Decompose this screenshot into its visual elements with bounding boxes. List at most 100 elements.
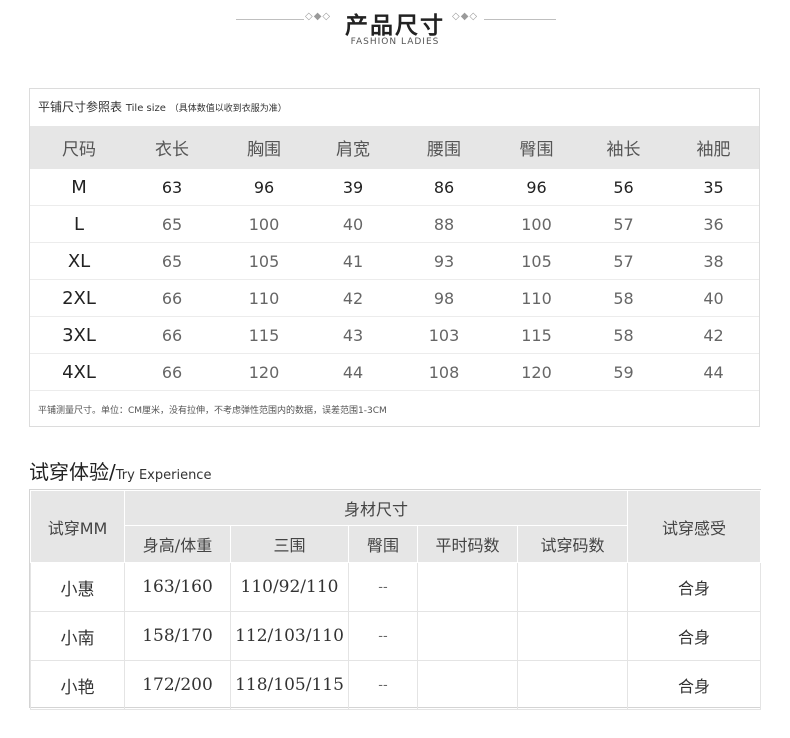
table-row: 2XL 66 110 42 98 110 58 40 xyxy=(30,279,759,317)
size-table: 尺码 衣长 胸围 肩宽 腰围 臀围 袖长 袖肥 M 63 96 39 86 96… xyxy=(30,126,759,391)
size-label: L xyxy=(30,205,128,243)
table-cell: 43 xyxy=(312,316,394,354)
size-label: 3XL xyxy=(30,316,128,354)
try-size-cell xyxy=(516,660,629,710)
fit-feel-cell: 合身 xyxy=(627,611,762,661)
size-header-cell: 袖长 xyxy=(579,126,668,169)
size-header-cell: 臀围 xyxy=(494,126,579,169)
size-chart-caption-en: Tile size xyxy=(125,103,166,114)
try-experience-table: 试穿MM 身材尺寸 试穿感受 身高/体重 三围 臀围 平时码数 试穿码数 小惠 … xyxy=(29,489,762,710)
size-header-cell: 肩宽 xyxy=(312,126,394,169)
table-cell: 44 xyxy=(668,353,759,391)
table-cell: 57 xyxy=(579,242,668,280)
table-cell: 100 xyxy=(494,205,579,243)
measurements-cell: 118/105/115 xyxy=(230,660,349,710)
height-weight-cell: 158/170 xyxy=(124,611,231,661)
table-cell: 86 xyxy=(394,169,494,206)
table-cell: 120 xyxy=(494,353,579,391)
table-cell: 115 xyxy=(494,316,579,354)
table-cell: 35 xyxy=(668,169,759,206)
table-row: 3XL 66 115 43 103 115 58 42 xyxy=(30,316,759,354)
table-cell: 93 xyxy=(394,242,494,280)
table-cell: 96 xyxy=(216,169,312,206)
try-subheader-cell: 臀围 xyxy=(348,525,418,563)
table-cell: 66 xyxy=(128,279,216,317)
table-cell: 105 xyxy=(216,242,312,280)
table-cell: 39 xyxy=(312,169,394,206)
table-cell: 110 xyxy=(216,279,312,317)
table-cell: 44 xyxy=(312,353,394,391)
table-cell: 58 xyxy=(579,279,668,317)
size-label: 2XL xyxy=(30,279,128,317)
size-chart-caption-cn: 平铺尺寸参照表 xyxy=(38,100,123,114)
try-experience-title: 试穿体验/Try Experience xyxy=(29,456,211,485)
fit-feel-cell: 合身 xyxy=(627,562,762,612)
try-body-size-header: 身材尺寸 xyxy=(123,490,629,526)
size-header-cell: 腰围 xyxy=(394,126,494,169)
usual-size-cell xyxy=(417,611,518,661)
table-cell: 63 xyxy=(128,169,216,206)
try-size-cell xyxy=(516,611,629,661)
measurements-cell: 110/92/110 xyxy=(230,562,349,612)
model-name: 小惠 xyxy=(30,562,125,612)
table-cell: 56 xyxy=(579,169,668,206)
model-name: 小艳 xyxy=(30,660,125,710)
table-row: 小艳 172/200 118/105/115 -- 合身 xyxy=(30,660,762,710)
table-cell: 65 xyxy=(128,242,216,280)
try-subheader-cell: 三围 xyxy=(230,525,349,563)
size-label: XL xyxy=(30,242,128,280)
table-cell: 42 xyxy=(668,316,759,354)
try-feel-header: 试穿感受 xyxy=(627,490,762,563)
table-cell: 105 xyxy=(494,242,579,280)
table-cell: 120 xyxy=(216,353,312,391)
size-label: 4XL xyxy=(30,353,128,391)
table-cell: 103 xyxy=(394,316,494,354)
size-table-header-row: 尺码 衣长 胸围 肩宽 腰围 臀围 袖长 袖肥 xyxy=(30,126,759,169)
table-cell: 59 xyxy=(579,353,668,391)
diamond-ornament-right-icon: ◇◆◇ xyxy=(452,11,479,22)
height-weight-cell: 163/160 xyxy=(124,562,231,612)
try-model-header: 试穿MM xyxy=(30,490,125,563)
model-name: 小南 xyxy=(30,611,125,661)
table-cell: 38 xyxy=(668,242,759,280)
table-cell: 58 xyxy=(579,316,668,354)
table-cell: 42 xyxy=(312,279,394,317)
size-chart-caption-note: （具体数值以收到衣服为准） xyxy=(169,104,287,114)
try-subheader-cell: 身高/体重 xyxy=(124,525,231,563)
table-cell: 98 xyxy=(394,279,494,317)
table-row: 小南 158/170 112/103/110 -- 合身 xyxy=(30,611,762,661)
table-row: 4XL 66 120 44 108 120 59 44 xyxy=(30,353,759,391)
size-header-cell: 胸围 xyxy=(216,126,312,169)
table-row: 小惠 163/160 110/92/110 -- 合身 xyxy=(30,562,762,612)
table-cell: 100 xyxy=(216,205,312,243)
header-divider-right xyxy=(484,19,556,20)
try-size-cell xyxy=(516,562,629,612)
table-cell: 66 xyxy=(128,316,216,354)
usual-size-cell xyxy=(417,562,518,612)
table-cell: 115 xyxy=(216,316,312,354)
size-chart-caption: 平铺尺寸参照表 Tile size （具体数值以收到衣服为准） xyxy=(38,98,287,115)
size-chart: 平铺尺寸参照表 Tile size （具体数值以收到衣服为准） 尺码 衣长 胸围… xyxy=(29,88,760,427)
height-weight-cell: 172/200 xyxy=(124,660,231,710)
try-subheader-cell: 试穿码数 xyxy=(516,525,629,563)
table-cell: 65 xyxy=(128,205,216,243)
measurements-cell: 112/103/110 xyxy=(230,611,349,661)
size-header-cell: 尺码 xyxy=(30,126,128,169)
table-row: XL 65 105 41 93 105 57 38 xyxy=(30,242,759,280)
table-cell: 110 xyxy=(494,279,579,317)
hip-cell: -- xyxy=(348,562,418,612)
try-table-header-row: 试穿MM 身材尺寸 试穿感受 xyxy=(30,490,762,563)
page-header: ◇◆◇ 产品尺寸 ◇◆◇ FASHION LADIES xyxy=(0,0,790,60)
table-row: M 63 96 39 86 96 56 35 xyxy=(30,169,759,206)
try-experience-title-cn: 试穿体验/ xyxy=(29,460,116,484)
table-cell: 96 xyxy=(494,169,579,206)
fit-feel-cell: 合身 xyxy=(627,660,762,710)
table-cell: 88 xyxy=(394,205,494,243)
try-experience-title-en: Try Experience xyxy=(115,468,212,483)
table-cell: 36 xyxy=(668,205,759,243)
try-subheader-cell: 平时码数 xyxy=(417,525,518,563)
page-subtitle: FASHION LADIES xyxy=(350,37,440,47)
table-cell: 41 xyxy=(312,242,394,280)
size-header-cell: 袖肥 xyxy=(668,126,759,169)
table-cell: 66 xyxy=(128,353,216,391)
